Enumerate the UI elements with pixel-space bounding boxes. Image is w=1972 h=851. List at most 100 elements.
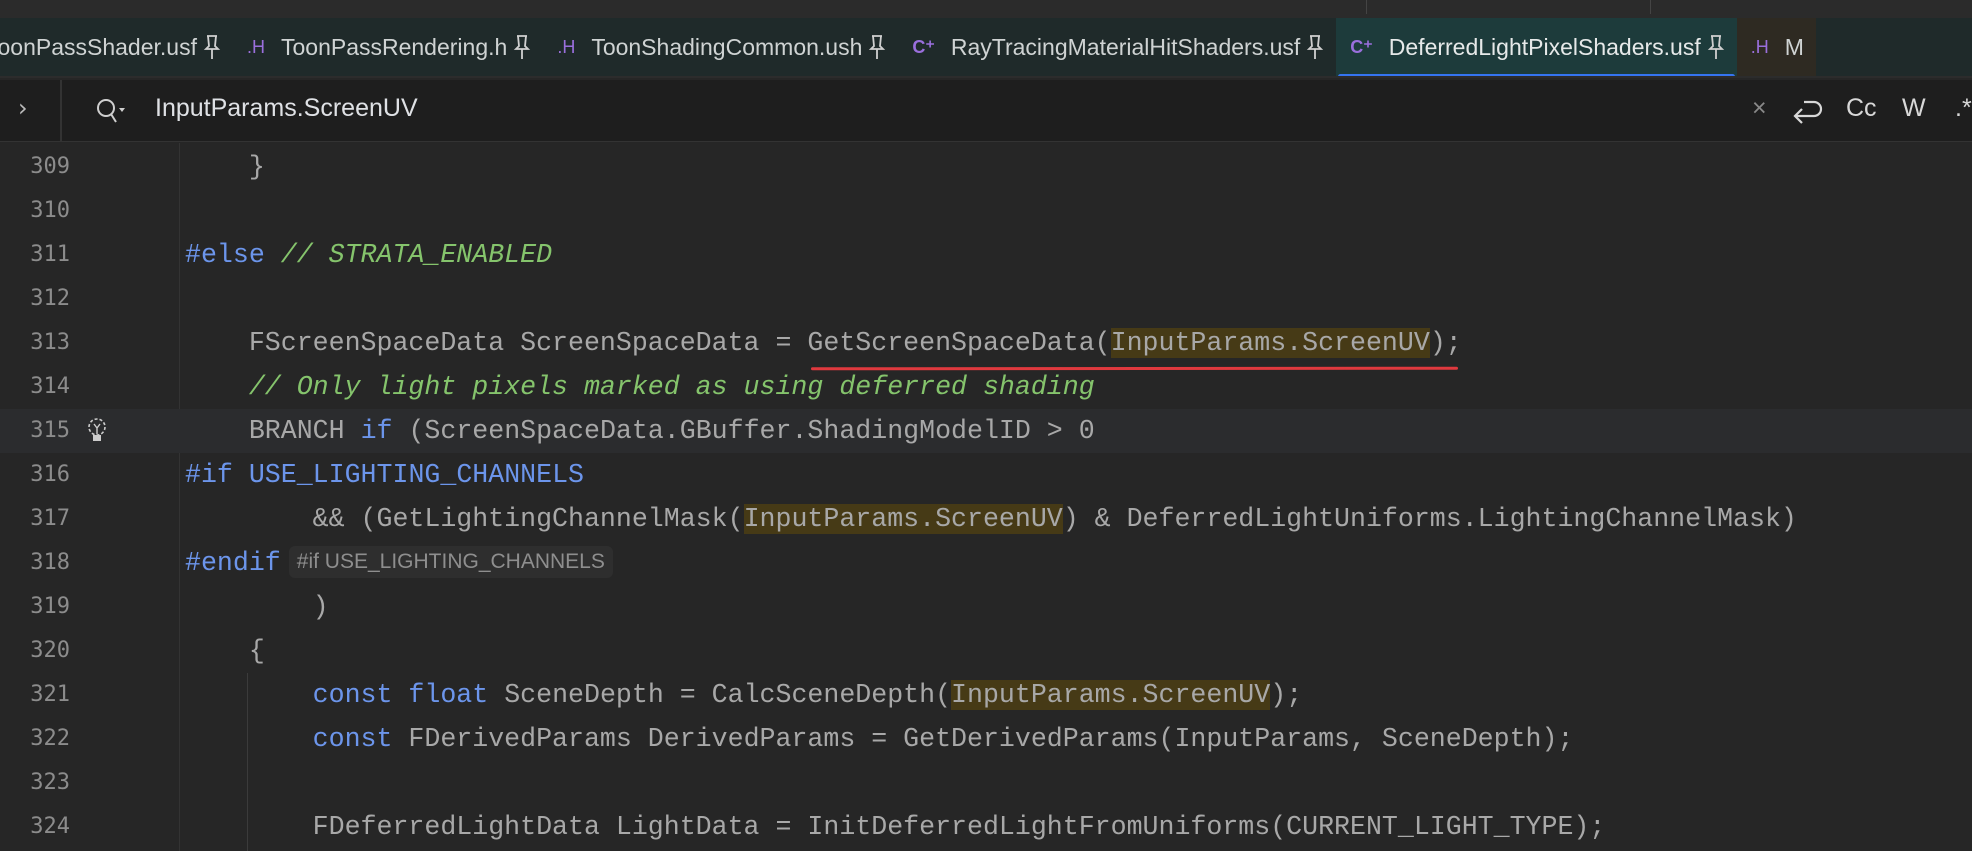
header-file-icon: .H bbox=[246, 36, 265, 57]
pin-icon[interactable] bbox=[1306, 34, 1324, 60]
code-line[interactable]: 309 } bbox=[0, 145, 1972, 189]
tab-toonpassrendering-h[interactable]: .H ToonPassRendering.h bbox=[233, 18, 543, 76]
comment: // STRATA_ENABLED bbox=[264, 240, 553, 270]
code-line[interactable]: 312 bbox=[0, 277, 1972, 321]
code-token: && (GetLightingChannelMask( bbox=[185, 504, 744, 534]
search-match: InputParams.ScreenUV bbox=[951, 680, 1271, 710]
line-number: 318 bbox=[30, 550, 70, 575]
tab-deferredlightpixelshaders-usf[interactable]: C⁺ DeferredLightPixelShaders.usf bbox=[1336, 18, 1737, 76]
pin-icon[interactable] bbox=[203, 34, 221, 60]
code-editor[interactable]: 309 } 310 311 #else // STRATA_ENABLED 312 313… bbox=[0, 143, 1972, 851]
regex-icon[interactable]: .* bbox=[1955, 94, 1972, 123]
whole-word-icon[interactable]: W bbox=[1902, 94, 1926, 123]
inlay-hint: #if USE_LIGHTING_CHANNELS bbox=[288, 546, 613, 578]
code-token: FScreenSpaceData ScreenSpaceData = GetSc… bbox=[185, 328, 1111, 358]
header-file-icon: .H bbox=[1750, 36, 1769, 57]
code-line[interactable]: 317 && (GetLightingChannelMask(InputPara… bbox=[0, 497, 1972, 541]
editor-tabs: ToonPassShader.usf .H ToonPassRendering.h.… bbox=[0, 18, 1972, 78]
close-icon[interactable]: × bbox=[1752, 94, 1767, 123]
indent-guide bbox=[247, 673, 248, 851]
code-line[interactable]: 311 #else // STRATA_ENABLED bbox=[0, 233, 1972, 277]
code-line[interactable]: 324 FDeferredLightData LightData = InitD… bbox=[0, 805, 1972, 849]
line-number: 315 bbox=[30, 418, 70, 443]
code-text: FDeferredLightData LightData = InitDefer… bbox=[185, 805, 1606, 849]
expand-replace-chevron-icon[interactable]: › bbox=[18, 94, 28, 122]
line-number: 312 bbox=[30, 286, 70, 311]
lightbulb-icon[interactable] bbox=[86, 417, 108, 445]
code-text: #if USE_LIGHTING_CHANNELS bbox=[185, 453, 584, 497]
search-options-icon[interactable] bbox=[94, 96, 128, 126]
code-token: BRANCH bbox=[185, 416, 361, 446]
tab-label: ToonPassShader.usf bbox=[0, 33, 197, 60]
search-match: InputParams.ScreenUV bbox=[743, 504, 1063, 534]
code-line[interactable]: 320 { bbox=[0, 629, 1972, 673]
code-text: } bbox=[185, 145, 265, 189]
line-number: 324 bbox=[30, 814, 70, 839]
divider bbox=[1650, 0, 1651, 14]
tab-label: ToonShadingCommon.ush bbox=[591, 33, 863, 60]
code-line[interactable]: 321 const float SceneDepth = CalcSceneDe… bbox=[0, 673, 1972, 717]
pin-icon[interactable] bbox=[1707, 34, 1725, 60]
code-line[interactable]: 314 // Only light pixels marked as using… bbox=[0, 365, 1972, 409]
match-case-icon[interactable]: Cc bbox=[1846, 94, 1877, 123]
code-token: FDerivedParams DerivedParams = GetDerive… bbox=[392, 724, 1574, 754]
line-number: 321 bbox=[30, 682, 70, 707]
search-input[interactable]: InputParams.ScreenUV bbox=[155, 94, 418, 123]
line-number: 317 bbox=[30, 506, 70, 531]
line-number: 313 bbox=[30, 330, 70, 355]
code-text: const float SceneDepth = CalcSceneDepth(… bbox=[185, 673, 1302, 717]
error-underline bbox=[810, 366, 1459, 371]
line-number: 311 bbox=[30, 242, 70, 267]
code-line[interactable]: 323 bbox=[0, 761, 1972, 805]
code-token: (ScreenSpaceData.GBuffer.ShadingModelID … bbox=[392, 416, 1095, 446]
code-line[interactable]: 318 #endif #if USE_LIGHTING_CHANNELS bbox=[0, 541, 1972, 585]
tab-toonshadingcommon-ush[interactable]: .H ToonShadingCommon.ush bbox=[543, 18, 898, 76]
tab-label: M bbox=[1784, 33, 1804, 60]
code-token: SceneDepth = CalcSceneDepth( bbox=[488, 680, 952, 710]
code-token: ); bbox=[1270, 680, 1303, 710]
pin-icon[interactable] bbox=[513, 34, 531, 60]
code-line[interactable]: 322 const FDerivedParams DerivedParams =… bbox=[0, 717, 1972, 761]
comment: // Only light pixels marked as using def… bbox=[185, 372, 1095, 402]
title-bar bbox=[0, 0, 1972, 18]
line-number: 309 bbox=[30, 154, 70, 179]
code-text: { bbox=[185, 629, 265, 673]
code-token: ) bbox=[185, 592, 329, 622]
code-line[interactable]: 315 BRANCH if (ScreenSpaceData.GBuffer.S… bbox=[0, 409, 1972, 453]
tab-label: RayTracingMaterialHitShaders.usf bbox=[950, 33, 1301, 60]
header-file-icon: .H bbox=[557, 36, 576, 57]
code-text: #else // STRATA_ENABLED bbox=[185, 233, 552, 277]
keyword: #else bbox=[185, 240, 265, 270]
code-line[interactable]: 319 ) bbox=[0, 585, 1972, 629]
code-token: } bbox=[185, 152, 265, 182]
code-text: BRANCH if (ScreenSpaceData.GBuffer.Shadi… bbox=[185, 409, 1095, 453]
keyword: const bbox=[312, 724, 393, 754]
wrap-icon[interactable] bbox=[1790, 96, 1824, 128]
line-number: 323 bbox=[30, 770, 70, 795]
tab-m[interactable]: .H M bbox=[1736, 18, 1816, 76]
divider bbox=[60, 80, 62, 142]
tab-label: ToonPassRendering.h bbox=[280, 33, 508, 60]
line-number: 310 bbox=[30, 198, 70, 223]
code-token: ); bbox=[1429, 328, 1462, 358]
code-token: FDeferredLightData LightData = InitDefer… bbox=[185, 812, 1606, 842]
keyword: #endif bbox=[185, 548, 281, 578]
keyword: if bbox=[360, 416, 393, 446]
tab-toonpassshader-usf[interactable]: ToonPassShader.usf bbox=[0, 18, 233, 76]
shader-file-icon: C⁺ bbox=[912, 36, 935, 57]
line-number: 316 bbox=[30, 462, 70, 487]
line-number: 322 bbox=[30, 726, 70, 751]
pin-icon[interactable] bbox=[868, 34, 886, 60]
line-number: 319 bbox=[30, 594, 70, 619]
tab-label: DeferredLightPixelShaders.usf bbox=[1388, 33, 1701, 60]
code-line[interactable]: 316 #if USE_LIGHTING_CHANNELS bbox=[0, 453, 1972, 497]
line-number: 314 bbox=[30, 374, 70, 399]
search-match: InputParams.ScreenUV bbox=[1110, 328, 1430, 358]
code-line[interactable]: 310 bbox=[0, 189, 1972, 233]
tab-raytracingmaterialhitshaders-usf[interactable]: C⁺ RayTracingMaterialHitShaders.usf bbox=[898, 18, 1336, 76]
shader-file-icon: C⁺ bbox=[1350, 36, 1373, 57]
code-text: FScreenSpaceData ScreenSpaceData = GetSc… bbox=[185, 321, 1462, 365]
code-line[interactable]: 313 FScreenSpaceData ScreenSpaceData = G… bbox=[0, 321, 1972, 365]
